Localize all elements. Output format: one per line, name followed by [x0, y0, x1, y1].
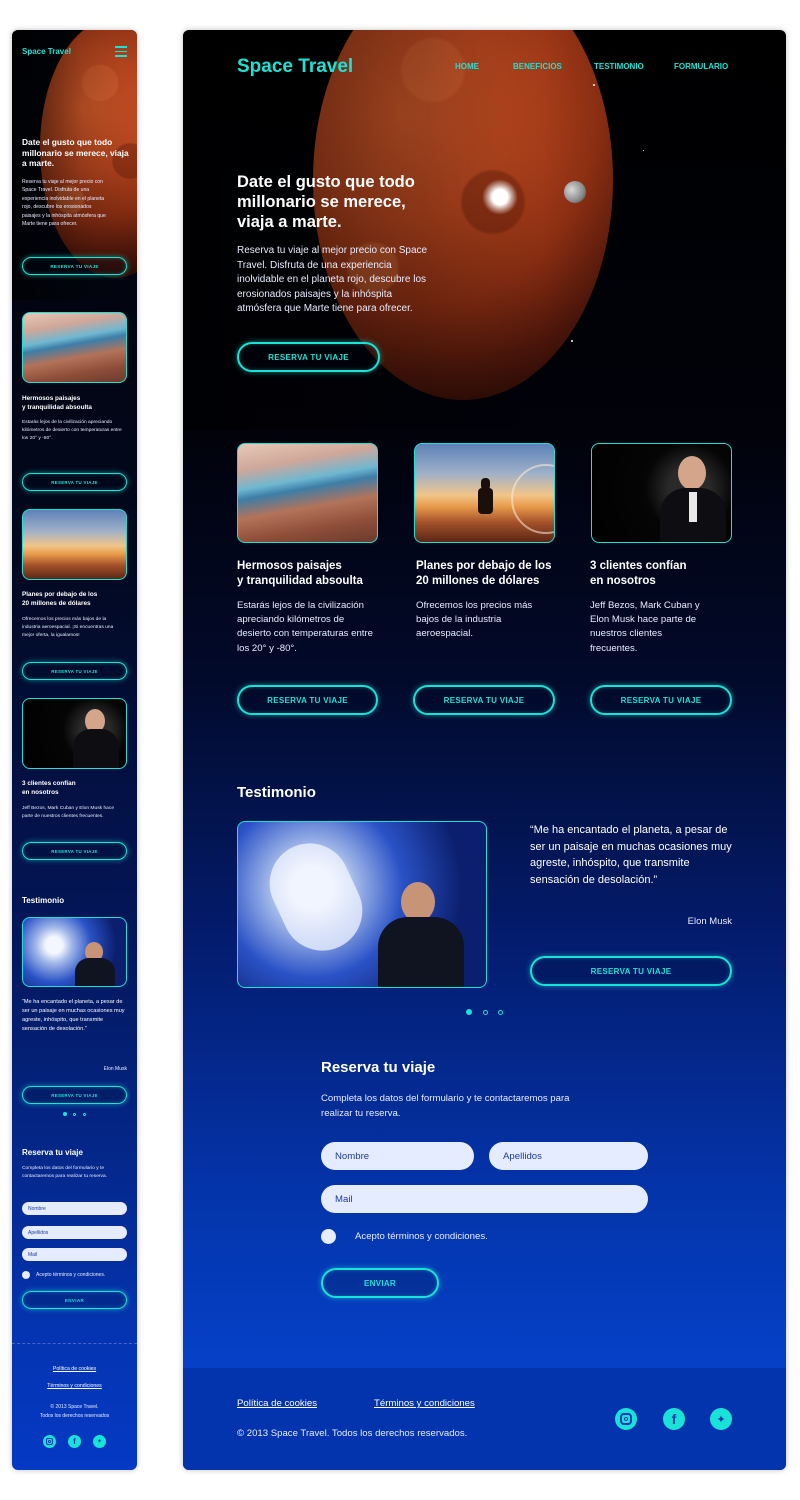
hero-cta-button[interactable]: RESERVA TU VIAJE: [237, 342, 380, 372]
testimonial-author: Elon Musk: [687, 916, 732, 927]
mobile-nombre-field[interactable]: Nombre: [22, 1202, 127, 1215]
moon-image: [564, 181, 586, 203]
twitter-icon[interactable]: ✦: [710, 1408, 732, 1430]
testimonial-cta[interactable]: RESERVA TU VIAJE: [530, 956, 732, 986]
mobile-benefit-title-3: 3 clientes confían en nosotros: [22, 780, 76, 796]
mobile-hero-cta-button[interactable]: RESERVA TU VIAJE: [22, 257, 127, 275]
desktop-preview: Space Travel HOME BENEFICIOS TESTIMONIO …: [183, 30, 786, 1470]
facebook-icon[interactable]: f: [68, 1435, 81, 1448]
mail-field[interactable]: Mail: [321, 1185, 648, 1213]
nombre-field[interactable]: Nombre: [321, 1142, 474, 1170]
mobile-preview: Space Travel Date el gusto que todo mill…: [12, 30, 137, 1470]
benefit-title-3: 3 clientes confían en nosotros: [590, 560, 687, 587]
nav-home[interactable]: HOME: [455, 62, 479, 71]
copyright: © 2013 Space Travel. Todos los derechos …: [237, 1428, 468, 1439]
nav-testimonio[interactable]: TESTIMONIO: [594, 62, 644, 71]
submit-button[interactable]: ENVIAR: [321, 1268, 439, 1298]
mobile-carousel-dot-1[interactable]: [63, 1112, 67, 1116]
benefit-text-1: Estarás lejos de la civilización aprecia…: [237, 600, 373, 654]
carousel-dot-3[interactable]: [498, 1010, 503, 1015]
form-heading: Reserva tu viaje: [321, 1059, 436, 1076]
hero-title: Date el gusto que todo millonario se mer…: [237, 173, 415, 231]
carousel-dot-2[interactable]: [483, 1010, 488, 1015]
mobile-hero-title: Date el gusto que todo millonario se mer…: [22, 137, 129, 168]
mobile-terms-checkbox[interactable]: [22, 1271, 30, 1279]
benefit-title-1: Hermosos paisajes y tranquilidad absoulta: [237, 560, 363, 587]
mobile-benefit-title-1: Hermosos paisajes y tranquilidad absoulta: [22, 395, 92, 411]
mobile-hero-text: Reserva tu viaje al mejor precio con Spa…: [22, 179, 106, 228]
mobile-terms-label: Acepto términos y condiciones.: [36, 1272, 106, 1278]
instagram-icon[interactable]: [43, 1435, 56, 1448]
nav-formulario[interactable]: FORMULARIO: [674, 62, 728, 71]
hamburger-menu-icon[interactable]: [115, 46, 127, 57]
mobile-mail-field[interactable]: Mail: [22, 1248, 127, 1261]
benefit-title-2: Planes por debajo de los 20 millones de d…: [416, 560, 552, 587]
apellidos-field[interactable]: Apellidos: [489, 1142, 648, 1170]
mobile-submit-button[interactable]: ENVIAR: [22, 1291, 127, 1309]
brand-logo[interactable]: Space Travel: [237, 56, 353, 78]
benefit-cta-3[interactable]: RESERVA TU VIAJE: [590, 685, 732, 715]
mobile-benefit-title-2: Planes por debajo de los 20 millones de d…: [22, 591, 98, 607]
mobile-copyright: © 2013 Space Travel. Todos los derechos r…: [39, 1404, 110, 1419]
nav-beneficios[interactable]: BENEFICIOS: [513, 62, 562, 71]
mobile-testimonial-author: Elon Musk: [103, 1066, 127, 1072]
mobile-terms-link[interactable]: Términos y condiciones: [12, 1383, 137, 1389]
mobile-benefit-cta-3[interactable]: RESERVA TU VIAJE: [22, 842, 127, 860]
mobile-cookies-link[interactable]: Política de cookies: [12, 1366, 137, 1372]
footer: [183, 1368, 786, 1470]
terms-link[interactable]: Términos y condiciones: [374, 1398, 475, 1409]
testimonial-quote: “Me ha encantado el planeta, a pesar de …: [530, 824, 732, 886]
mobile-carousel-dot-2[interactable]: [73, 1113, 76, 1116]
cookies-link[interactable]: Política de cookies: [237, 1398, 317, 1409]
mobile-carousel-dot-3[interactable]: [83, 1113, 86, 1116]
mobile-form-intro: Completa los datos del formulario y te c…: [22, 1166, 108, 1179]
benefit-image-landscape: [237, 443, 378, 543]
mobile-brand[interactable]: Space Travel: [22, 47, 71, 56]
mobile-benefit-text-2: Ofrecemos los precios más bajos de la in…: [22, 617, 114, 639]
mobile-benefit-cta-2[interactable]: RESERVA TU VIAJE: [22, 662, 127, 680]
sun-glow: [482, 179, 518, 215]
benefit-image-astronaut: [414, 443, 555, 543]
mobile-testimonial-quote: “Me ha encantado el planeta, a pesar de …: [22, 999, 125, 1032]
mobile-testimonial-cta[interactable]: RESERVA TU VIAJE: [22, 1086, 127, 1104]
mobile-benefit-image-elon: [22, 698, 127, 769]
benefit-cta-2[interactable]: RESERVA TU VIAJE: [413, 685, 555, 715]
mobile-benefit-image-astronaut: [22, 509, 127, 580]
mobile-form-heading: Reserva tu viaje: [22, 1148, 83, 1157]
mobile-testimonial-image: [22, 917, 127, 987]
mobile-benefit-text-3: Jeff Bezos, Mark Cuban y Elon Musk hace …: [22, 806, 115, 820]
mobile-benefit-image-landscape: [22, 312, 127, 383]
benefit-cta-1[interactable]: RESERVA TU VIAJE: [237, 685, 378, 715]
testimonial-image: [237, 821, 487, 988]
carousel-dot-1[interactable]: [466, 1009, 472, 1015]
mobile-apellidos-field[interactable]: Apellidos: [22, 1226, 127, 1239]
form-intro: Completa los datos del formulario y te c…: [321, 1093, 570, 1119]
testimonial-heading: Testimonio: [237, 784, 316, 801]
twitter-icon[interactable]: ✦: [93, 1435, 106, 1448]
benefit-text-2: Ofrecemos los precios más bajos de la in…: [416, 600, 533, 640]
mobile-benefit-cta-1[interactable]: RESERVA TU VIAJE: [22, 473, 127, 491]
facebook-icon[interactable]: f: [663, 1408, 685, 1430]
mobile-testimonial-heading: Testimonio: [22, 896, 65, 905]
mobile-benefit-text-1: Estarás lejos de la civilización aprecia…: [22, 420, 122, 442]
terms-label: Acepto términos y condiciones.: [355, 1231, 488, 1242]
benefit-text-3: Jeff Bezos, Mark Cuban y Elon Musk hace …: [590, 600, 700, 654]
hero-text: Reserva tu viaje al mejor precio con Spa…: [237, 245, 428, 314]
benefit-image-elon: [591, 443, 732, 543]
mobile-footer-divider: [12, 1343, 137, 1344]
terms-checkbox[interactable]: [321, 1229, 336, 1244]
instagram-icon[interactable]: [615, 1408, 637, 1430]
